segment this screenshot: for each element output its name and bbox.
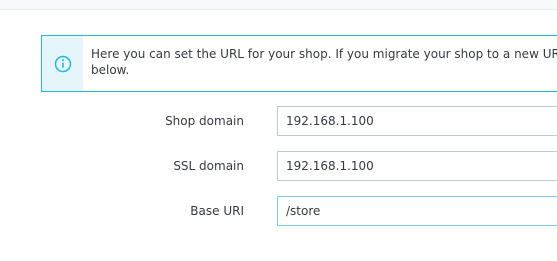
alert-line-1: Here you can set the URL for your shop. … [91,47,557,61]
alert-line-2: below. [91,63,130,77]
ssl-domain-row: SSL domain [0,151,557,181]
info-alert: Here you can set the URL for your shop. … [41,35,557,92]
ssl-domain-label: SSL domain [173,159,244,173]
info-circle-icon [54,55,71,72]
base-uri-input[interactable] [277,196,557,226]
ssl-domain-input[interactable] [277,151,557,181]
top-panel-edge [0,0,557,10]
base-uri-row: Base URI [0,196,557,226]
alert-icon-area [42,36,83,91]
shop-domain-row: Shop domain [0,106,557,136]
base-uri-label: Base URI [190,204,244,218]
alert-message: Here you can set the URL for your shop. … [83,36,557,91]
shop-domain-input[interactable] [277,106,557,136]
shop-domain-label: Shop domain [165,114,244,128]
